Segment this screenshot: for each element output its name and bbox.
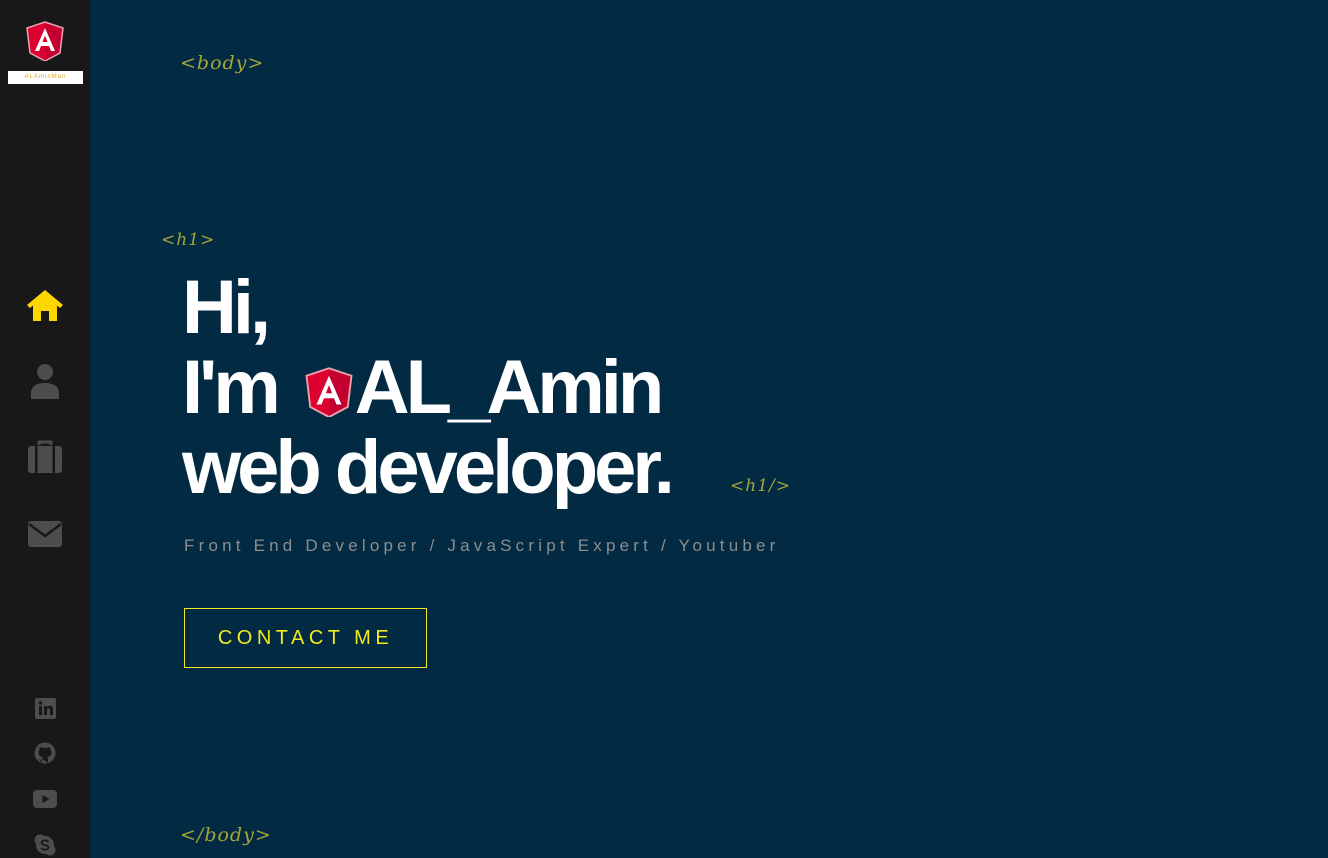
h1-close-tag: <h1/> xyxy=(730,476,791,496)
hero-subtitle: Front End Developer / JavaScript Expert … xyxy=(184,536,780,555)
youtube-icon[interactable] xyxy=(33,787,57,811)
briefcase-icon[interactable] xyxy=(25,437,65,477)
angular-logo-icon xyxy=(305,352,353,419)
home-icon[interactable] xyxy=(25,285,65,325)
sidebar: ALAminMan xyxy=(0,0,90,858)
user-icon[interactable] xyxy=(25,361,65,401)
contact-me-button[interactable]: CONTACT ME xyxy=(184,608,427,668)
hero-intro: I'm xyxy=(182,345,281,430)
skype-icon[interactable] xyxy=(33,833,57,857)
body-open-tag: <body> xyxy=(180,52,265,74)
angular-logo-icon[interactable] xyxy=(26,21,64,62)
hero-line-1: Hi, xyxy=(182,265,271,350)
hero-name: AL_Amin xyxy=(354,345,665,430)
h1-open-tag: <h1> xyxy=(161,230,216,250)
linkedin-icon[interactable] xyxy=(33,696,57,720)
hero-headline: Hi, I'm AL_Amin web developer. xyxy=(182,265,675,510)
hero-line-2: I'm AL_Amin xyxy=(182,348,671,428)
main-content: <body> <h1> Hi, I'm AL_Amin web develope… xyxy=(90,0,1328,858)
github-icon[interactable] xyxy=(33,741,57,765)
body-close-tag: </body> xyxy=(180,824,272,846)
hero-line-3: web developer. xyxy=(182,425,675,510)
envelope-icon[interactable] xyxy=(25,514,65,554)
logo-caption: ALAminMan xyxy=(8,71,83,84)
